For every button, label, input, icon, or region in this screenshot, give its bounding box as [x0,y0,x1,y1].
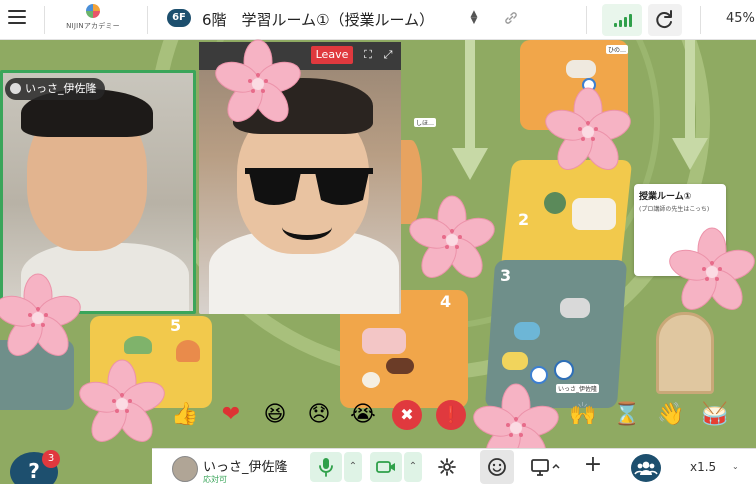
participant-name-tag: いっさ_伊佐隆 [5,78,105,100]
fullscreen-icon[interactable]: ⤢ [382,49,394,61]
menu-icon[interactable] [8,10,26,26]
sofa [566,60,596,78]
reload-icon [656,10,672,29]
camera-options-chevron-icon[interactable]: ⌃ [404,452,422,482]
microphone-button[interactable] [310,452,342,482]
sofa [572,198,616,230]
reload-button[interactable] [648,4,682,36]
user-name[interactable]: いっさ_伊佐隆 [203,456,288,475]
divider [586,6,587,34]
monitor-icon [531,459,560,476]
reaction-bar: 👍 ❤ 😆 😞 😭 ✖ ❗ 🙌 ⌛ 👋 🥁 [170,396,750,436]
smile-sticker-icon [282,214,332,240]
participant-name: いっさ_伊佐隆 [25,82,97,95]
reaction-button[interactable] [480,450,514,484]
beanbag [502,352,528,370]
path-arrow-icon [452,40,488,180]
divider [700,6,701,34]
whiteboard [560,298,590,318]
divider [44,6,45,34]
room-note-card[interactable]: 授業ルーム① (プロ講師の先生はこっち) [634,184,726,276]
participants-button[interactable] [631,454,661,482]
drum-icon[interactable]: 🥁 [700,400,730,430]
floor-badge: 6F [167,9,191,27]
user-avatar-dot[interactable] [582,78,596,92]
person-body [21,243,189,311]
top-bar: NIJINアカデミー 6F 6階 学習ルーム①（授業ルーム） ▲ ▼ 45% [0,0,756,40]
stool [362,372,380,388]
note-title: 授業ルーム① [639,192,692,202]
beanbag [176,340,200,362]
camera-button[interactable] [370,452,402,482]
user-status[interactable]: 応対可 [203,474,227,484]
person-hair [233,78,373,134]
laughing-icon[interactable]: 😆 [260,400,290,430]
zoom-level[interactable]: 45% [726,11,755,26]
mic-status-icon [10,83,21,94]
note-subtitle: (プロ講師の先生はこっち) [639,206,710,213]
avatar-label: しほ… [414,118,437,127]
plant [544,192,566,214]
raising-hands-icon[interactable]: 🙌 [568,400,598,430]
add-icon[interactable]: + [582,454,604,476]
app-logo[interactable]: NIJINアカデミー [62,3,124,37]
logo-mark-icon [86,4,100,18]
map-scale-select[interactable]: x1.5 [690,460,716,474]
bookshelf [656,312,714,394]
avatar-label: ひの… [606,45,629,54]
focus-icon[interactable]: ⛶ [362,49,374,61]
seating-zone-5[interactable] [90,316,212,408]
microphone-icon [319,458,333,477]
smiley-icon [488,458,506,476]
crying-face-icon[interactable]: 😭 [348,400,378,430]
table [386,358,414,374]
logo-text: NIJINアカデミー [66,22,120,30]
camera-icon [376,461,395,473]
hourglass-icon[interactable]: ⌛ [612,400,642,430]
question-icon: ? [28,459,40,483]
decorative-rug [400,140,422,224]
self-avatar-dot[interactable] [554,360,574,380]
waving-hand-icon[interactable]: 👋 [656,400,686,430]
leave-button[interactable]: Leave [311,46,353,64]
screen-share-button[interactable] [530,457,562,477]
user-avatar-dot[interactable] [530,366,548,384]
zone-number: 3 [500,266,512,285]
room-switcher-icon[interactable]: ▲ ▼ [468,10,480,27]
settings-gear-icon[interactable] [437,457,457,477]
beanbag [124,336,152,354]
sofa [362,328,406,354]
self-avatar-label: いっさ_伊佐隆 [556,384,600,393]
notification-badge: 3 [42,450,60,468]
divider [147,6,148,34]
mic-options-chevron-icon[interactable]: ⌃ [344,452,362,482]
user-avatar[interactable] [172,456,198,482]
zone-number: 4 [440,292,452,311]
room-title: 6階 学習ルーム①（授業ルーム） [202,11,435,29]
chevron-down-icon[interactable]: ⌄ [732,462,739,471]
beanbag [514,322,540,340]
exclamation-icon[interactable]: ❗ [436,400,466,430]
connection-signal-icon[interactable] [602,4,642,36]
video-tile-participant-1[interactable] [0,70,196,314]
sunglasses-sticker-icon [245,168,373,205]
zone-number: 2 [518,210,530,229]
seating-zone[interactable] [0,340,74,410]
people-icon [634,461,658,475]
zone-number: 5 [170,316,182,335]
link-icon[interactable] [503,10,519,26]
sad-face-icon[interactable]: 😞 [304,400,334,430]
thumbs-up-icon[interactable]: 👍 [170,400,200,430]
path-arrow-icon [672,40,708,170]
heart-icon[interactable]: ❤ [216,400,246,430]
cross-icon[interactable]: ✖ [392,400,422,430]
